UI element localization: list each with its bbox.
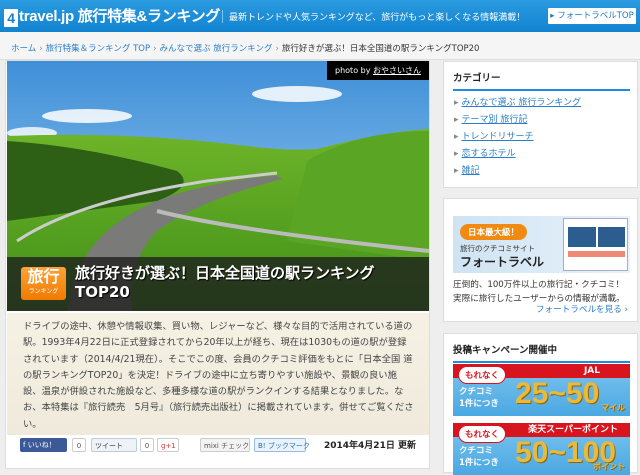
site-header: 4 travel.jp 旅行特集&ランキング 最新トレンドや人気ランキングなど、旅… <box>0 0 640 32</box>
category-link[interactable]: みんなで選ぶ 旅行ランキング <box>462 98 582 108</box>
site-screenshot <box>563 218 628 271</box>
article-description: ドライブの途中、休憩や情報収集、買い物、レジャーなど、様々な目的で活用されている… <box>7 313 429 435</box>
ad-text: 圧倒的、100万件以上の旅行記・クチコミ！ 実際に旅行したユーザーからの情報が満載… <box>453 280 625 304</box>
google-plus-button[interactable]: g+1 <box>157 438 179 452</box>
fortravel-top-button[interactable]: ▸ フォートラベルTOP <box>548 8 636 24</box>
hero-image: photo by おやさいさん 旅行 ランキング 旅行好きが選ぶ！日本全国道の駅ラ… <box>7 61 429 311</box>
category-link[interactable]: トレンドリサーチ <box>462 132 534 142</box>
tweet-count: 0 <box>140 438 154 452</box>
social-bar: f いいね！ 0 ツイート 0 g+1 mixi チェック B! ブックマーク … <box>20 438 420 454</box>
category-list: ▸ みんなで選ぶ 旅行ランキング ▸ テーマ別 旅行記 ▸ トレンドリサーチ ▸ 恋する… <box>454 98 582 176</box>
campaign-box: 投稿キャンペーン開催中 JAL もれなく クチコミ 1件につき 25~50 マイ… <box>443 333 638 475</box>
title-overlay: 旅行 ランキング 旅行好きが選ぶ！日本全国道の駅ランキング TOP20 <box>7 257 429 311</box>
hatena-bookmark-button[interactable]: B! ブックマーク <box>254 438 310 452</box>
mixi-check-button[interactable]: mixi チェック <box>200 438 250 452</box>
tagline: 最新トレンドや人気ランキングなど、旅行がもっと楽しくなる情報満載！ <box>222 10 525 23</box>
like-count: 0 <box>72 438 86 452</box>
category-heading: カテゴリー <box>453 70 630 91</box>
breadcrumb-feature-top[interactable]: 旅行特集＆ランキング TOP <box>46 44 150 54</box>
article-card: photo by おやさいさん 旅行 ランキング 旅行好きが選ぶ！日本全国道の駅ラ… <box>5 60 430 469</box>
updated-date: 2014年4月21日 更新 <box>324 441 416 451</box>
breadcrumb: ホーム › 旅行特集＆ランキング TOP › みんなで選ぶ 旅行ランキング › 旅行好きが選… <box>0 32 640 60</box>
article-title: 旅行好きが選ぶ！日本全国道の駅ランキング TOP20 <box>75 264 375 301</box>
photo-credit: photo by おやさいさん <box>327 61 429 80</box>
campaign-heading: 投稿キャンペーン開催中 <box>453 342 630 363</box>
category-box: カテゴリー ▸ みんなで選ぶ 旅行ランキング ▸ テーマ別 旅行記 ▸ トレンドリサー… <box>443 61 638 188</box>
rakuten-campaign-banner[interactable]: 楽天スーパーポイント もれなく クチコミ 1件につき 50~100 ポイント <box>453 423 630 475</box>
facebook-like-button[interactable]: f いいね！ <box>20 438 67 452</box>
jal-campaign-banner[interactable]: JAL もれなく クチコミ 1件につき 25~50 マイル <box>453 364 630 416</box>
category-link[interactable]: テーマ別 旅行記 <box>462 115 528 125</box>
breadcrumb-ranking[interactable]: みんなで選ぶ 旅行ランキング <box>160 44 273 54</box>
photographer-link[interactable]: おやさいさん <box>373 66 421 75</box>
tweet-button[interactable]: ツイート <box>91 438 137 452</box>
breadcrumb-current: 旅行好きが選ぶ！日本全国道の駅ランキングTOP20 <box>281 44 480 54</box>
fortravel-ad-box: 日本最大級！ 旅行のクチコミサイト フォートラベル 圧倒的、100万件以上の旅行… <box>443 198 638 322</box>
category-link[interactable]: 雑記 <box>462 166 480 176</box>
category-link[interactable]: 恋するホテル <box>462 149 516 159</box>
site-logo[interactable]: 4 travel.jp 旅行特集&ランキング <box>4 5 220 27</box>
breadcrumb-home[interactable]: ホーム <box>11 44 36 54</box>
fortravel-link[interactable]: フォートラベルを見る › <box>536 303 628 315</box>
ranking-badge: 旅行 ランキング <box>21 267 66 300</box>
fortravel-banner[interactable]: 日本最大級！ 旅行のクチコミサイト フォートラベル <box>453 216 630 273</box>
